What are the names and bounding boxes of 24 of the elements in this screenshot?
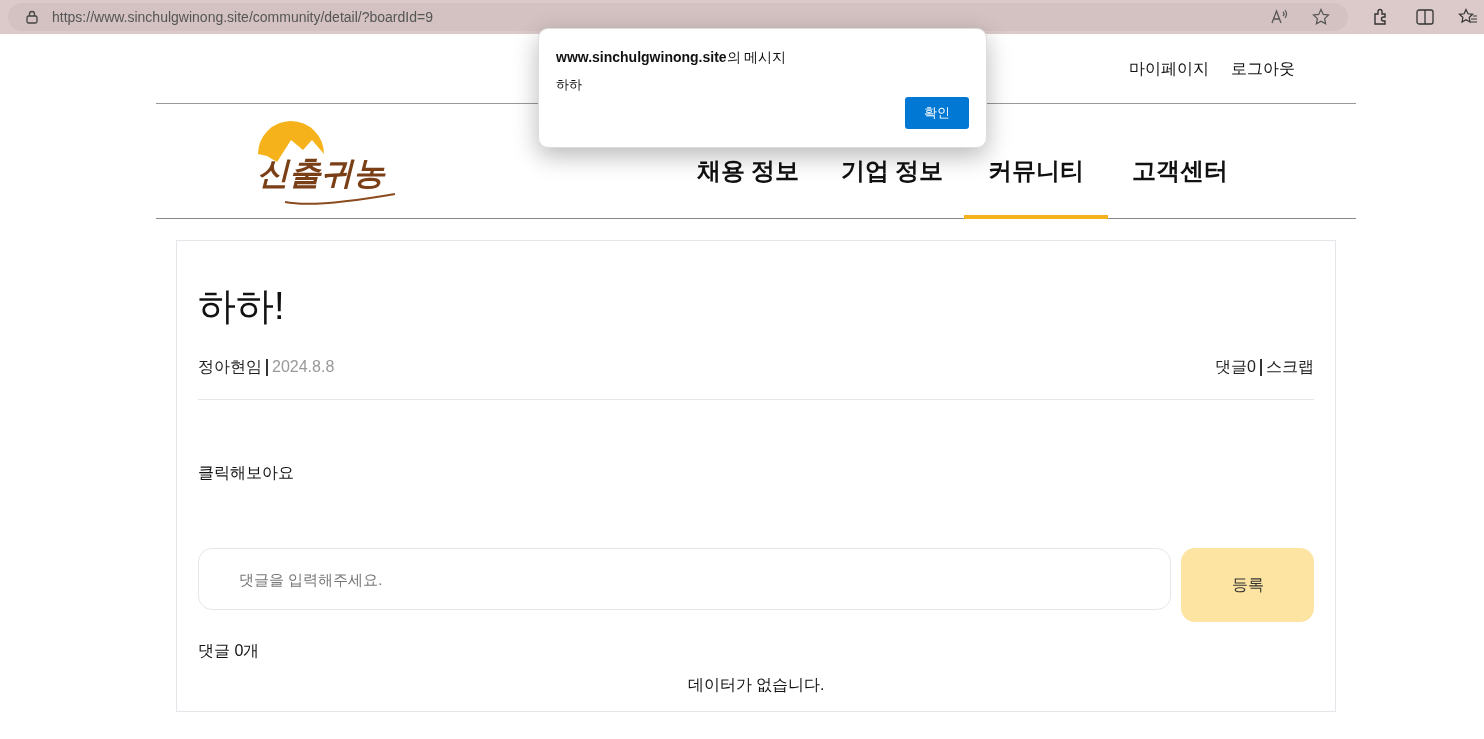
dialog-message: 하하 (556, 76, 583, 94)
split-screen-icon[interactable] (1416, 9, 1434, 25)
header-link[interactable]: 로그아웃 (1231, 56, 1295, 81)
comments-link[interactable]: 댓글0 (1215, 355, 1256, 379)
dialog-title: www.sinchulgwinong.site의 메시지 (556, 48, 788, 67)
comment-input[interactable]: 댓글을 입력해주세요. (198, 548, 1172, 610)
read-aloud-icon[interactable] (1270, 9, 1288, 25)
post-author: 정아현임 (198, 357, 262, 377)
empty-message: 데이터가 없습니다. (686, 675, 826, 695)
ok-button[interactable]: 확인 (905, 96, 969, 129)
post-date: 2024.8.8 (272, 357, 335, 377)
url-text: https://www.sinchulgwinong.site/community/detail/?boardId=9 (52, 7, 434, 27)
comment-count: 댓글 0개 (198, 641, 261, 661)
header-link[interactable]: 마이페이지 (1129, 56, 1209, 81)
favorites-icon[interactable] (1458, 8, 1478, 26)
scrap-link[interactable]: 스크랩 (1266, 355, 1314, 379)
post-body: 클릭해보아요 (198, 463, 295, 483)
lock-icon (26, 10, 38, 24)
favorite-star-icon[interactable] (1312, 8, 1330, 26)
address-bar[interactable]: https://www.sinchulgwinong.site/community/detail/?boardId=9 (8, 3, 1348, 31)
post-title: 하하! (198, 284, 286, 329)
submit-button[interactable]: 등록 (1181, 548, 1314, 622)
logo-text[interactable]: 신출귀농 (257, 151, 385, 194)
nav-tab[interactable]: 고객센터 (1108, 104, 1252, 219)
